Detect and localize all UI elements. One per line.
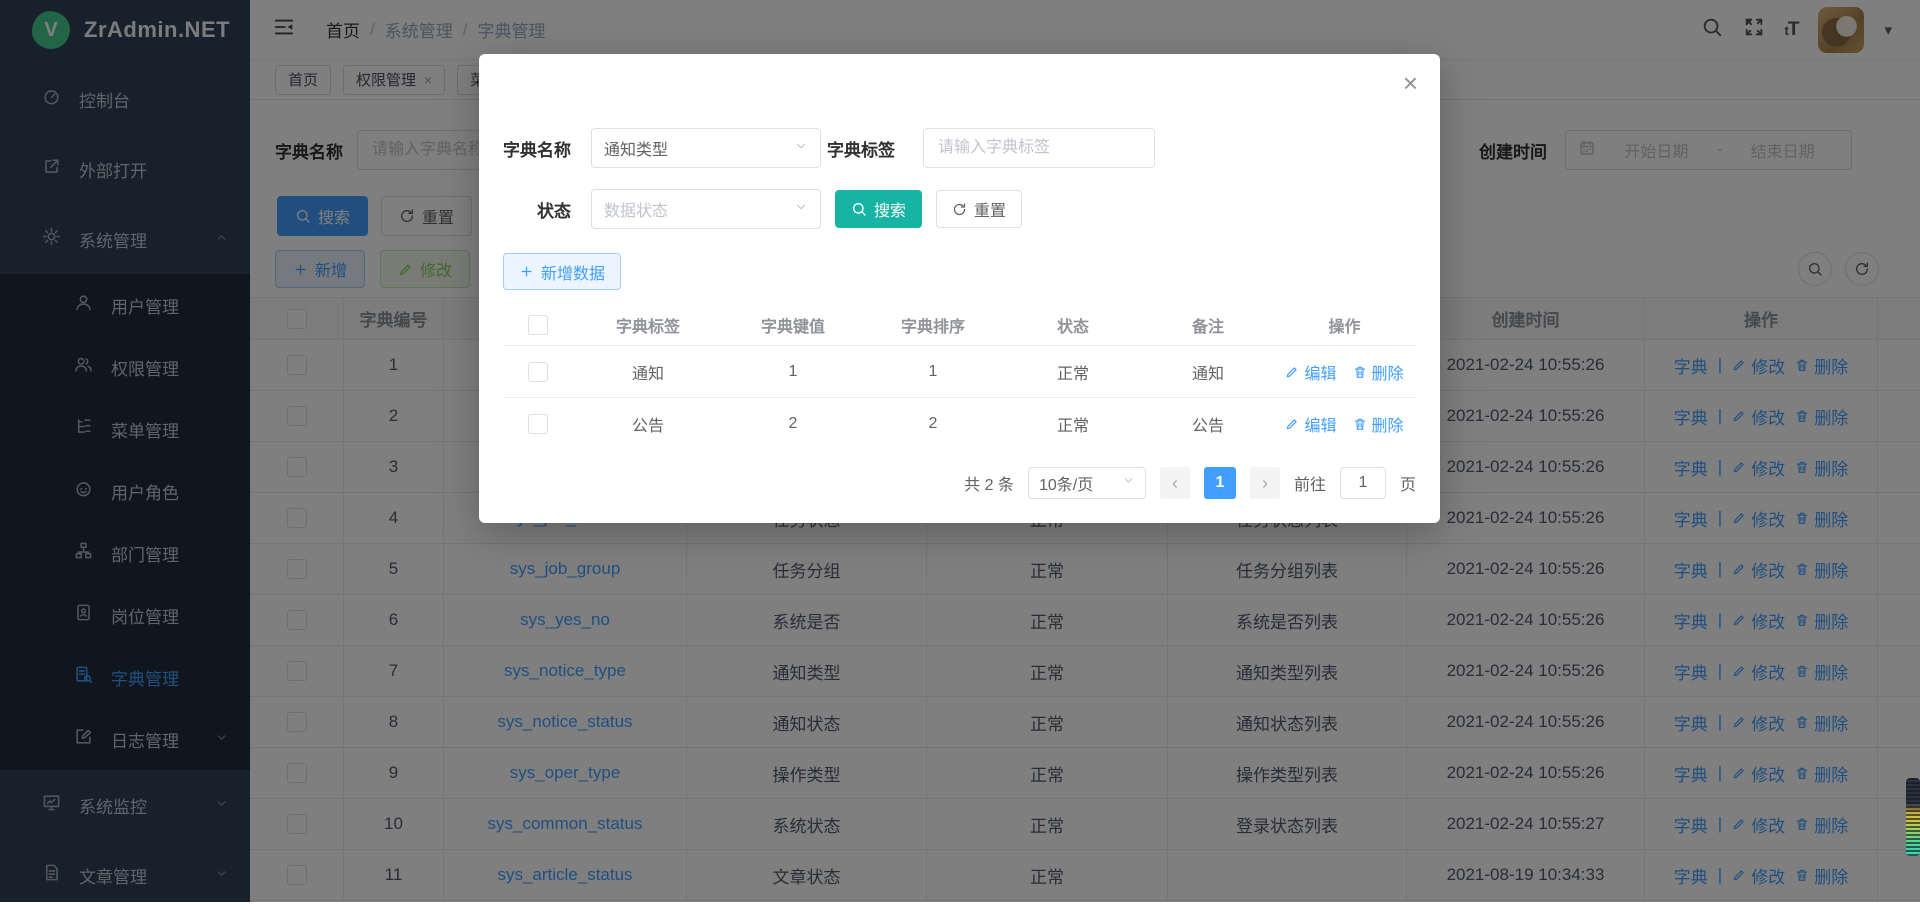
row-checkbox[interactable] — [528, 362, 548, 382]
dict-name-select[interactable]: 通知类型 — [591, 128, 821, 168]
col-dict-label: 字典标签 — [573, 305, 723, 345]
col-dict-sort: 字典排序 — [863, 305, 1003, 345]
remark-cell: 通知 — [1143, 345, 1273, 397]
col-dict-value: 字典键值 — [723, 305, 863, 345]
page-unit-label: 页 — [1400, 471, 1416, 495]
total-count: 共 2 条 — [964, 471, 1014, 495]
dict-value-cell: 2 — [723, 397, 863, 449]
page-1-button[interactable]: 1 — [1204, 467, 1236, 499]
dict-value-cell: 1 — [723, 345, 863, 397]
dialog-table-body: 通知 1 1 正常 通知 编辑 删除 公告 2 2 正常 — [503, 345, 1416, 449]
select-all-checkbox[interactable] — [528, 315, 548, 335]
dialog-form-row-2: 状态 数据状态 搜索 重置 — [503, 189, 1416, 229]
dict-data-dialog: × 字典名称 通知类型 字典标签 状态 数据状态 搜索 重置 — [479, 54, 1440, 523]
dict-label-cell: 公告 — [573, 397, 723, 449]
pagination: 共 2 条 10条/页 ‹ 1 › 前往 页 — [503, 467, 1416, 499]
dialog-form-row-1: 字典名称 通知类型 字典标签 — [503, 128, 1416, 168]
row-select-cell — [503, 345, 573, 397]
chevron-down-icon — [1122, 474, 1135, 492]
table-row: 公告 2 2 正常 公告 编辑 删除 — [503, 397, 1416, 449]
dialog-reset-button[interactable]: 重置 — [936, 190, 1022, 228]
status-cell: 正常 — [1003, 345, 1143, 397]
status-label: 状态 — [503, 197, 571, 222]
col-remark: 备注 — [1143, 305, 1273, 345]
dialog-table: 字典标签 字典键值 字典排序 状态 备注 操作 通知 1 1 正常 通知 编辑 … — [503, 305, 1416, 449]
close-icon[interactable]: × — [1403, 70, 1418, 96]
action-cell: 编辑 删除 — [1273, 397, 1416, 449]
dialog-table-header: 字典标签 字典键值 字典排序 状态 备注 操作 — [503, 305, 1416, 345]
table-row: 通知 1 1 正常 通知 编辑 删除 — [503, 345, 1416, 397]
dialog-form: 字典名称 通知类型 字典标签 状态 数据状态 搜索 重置 — [503, 128, 1416, 290]
goto-page-input[interactable] — [1340, 467, 1386, 499]
dict-label-input[interactable] — [923, 128, 1155, 168]
edit-link[interactable]: 编辑 — [1285, 412, 1336, 436]
status-cell: 正常 — [1003, 397, 1143, 449]
dict-label-label: 字典标签 — [827, 136, 895, 161]
edit-link[interactable]: 编辑 — [1285, 360, 1336, 384]
status-select[interactable]: 数据状态 — [591, 189, 821, 229]
goto-label: 前往 — [1294, 471, 1326, 495]
dict-name-label: 字典名称 — [503, 136, 571, 161]
delete-link[interactable]: 删除 — [1353, 412, 1404, 436]
dict-sort-cell: 2 — [863, 397, 1003, 449]
row-select-cell — [503, 397, 573, 449]
prev-page-button[interactable]: ‹ — [1160, 467, 1190, 499]
row-checkbox[interactable] — [528, 414, 548, 434]
dialog-search-button[interactable]: 搜索 — [835, 190, 922, 228]
col-action: 操作 — [1273, 305, 1416, 345]
scrollbar-thumb[interactable] — [1906, 778, 1920, 856]
next-page-button[interactable]: › — [1250, 467, 1280, 499]
dict-label-cell: 通知 — [573, 345, 723, 397]
col-status: 状态 — [1003, 305, 1143, 345]
dict-sort-cell: 1 — [863, 345, 1003, 397]
chevron-down-icon — [794, 200, 808, 219]
chevron-down-icon — [794, 139, 808, 158]
remark-cell: 公告 — [1143, 397, 1273, 449]
add-dict-data-button[interactable]: 新增数据 — [503, 253, 621, 290]
delete-link[interactable]: 删除 — [1353, 360, 1404, 384]
page-size-select[interactable]: 10条/页 — [1028, 467, 1146, 499]
select-all-cell — [503, 305, 573, 345]
action-cell: 编辑 删除 — [1273, 345, 1416, 397]
